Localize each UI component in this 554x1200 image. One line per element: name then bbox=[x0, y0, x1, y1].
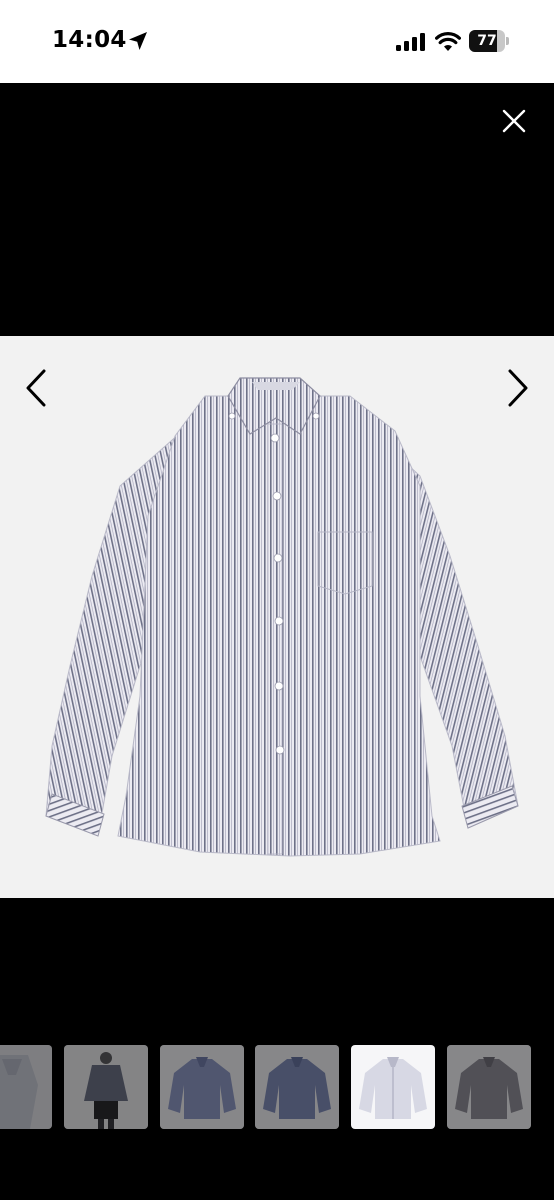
thumbnail-model[interactable] bbox=[64, 1045, 148, 1129]
thumbnail-shirt-collar[interactable] bbox=[0, 1045, 52, 1129]
thumbnail-blue-shirt[interactable] bbox=[160, 1045, 244, 1129]
thumbnail-strip bbox=[0, 1045, 554, 1129]
thumbnail-white-striped-shirt[interactable] bbox=[351, 1045, 435, 1129]
close-icon[interactable] bbox=[494, 101, 534, 141]
battery-level: 77 bbox=[477, 33, 497, 49]
battery-icon: 77 bbox=[469, 30, 509, 52]
product-image bbox=[0, 336, 554, 898]
thumbnail-dark-shirt[interactable] bbox=[447, 1045, 531, 1129]
wifi-icon bbox=[435, 32, 461, 51]
thumbnail-blue-shirt-alt[interactable] bbox=[255, 1045, 339, 1129]
location-arrow-icon bbox=[129, 32, 147, 50]
chevron-right-icon[interactable] bbox=[496, 363, 540, 413]
chevron-left-icon[interactable] bbox=[14, 363, 58, 413]
cellular-signal-icon bbox=[396, 33, 425, 51]
status-bar: 14:04 77 bbox=[0, 0, 554, 83]
striped-shirt-image bbox=[45, 377, 519, 857]
image-viewer bbox=[0, 83, 554, 1200]
status-time: 14:04 bbox=[52, 27, 127, 53]
